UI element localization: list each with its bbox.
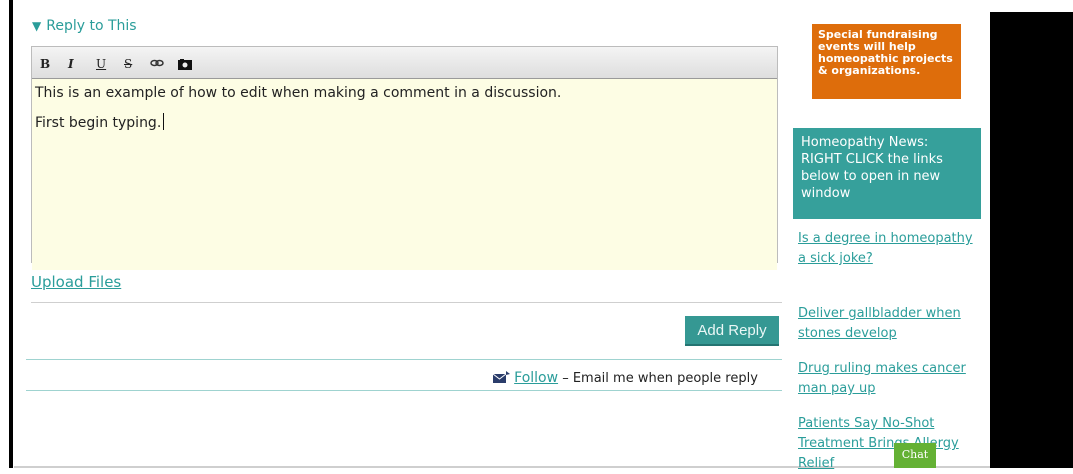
text-caret — [163, 113, 165, 130]
follow-link[interactable]: Follow — [514, 370, 558, 386]
page-left-border — [9, 0, 13, 468]
reply-toggle[interactable]: ▼ Reply to This — [32, 16, 137, 36]
news-heading-box: Homeopathy News: RIGHT CLICK the links b… — [793, 128, 981, 219]
divider — [26, 359, 782, 360]
italic-button[interactable]: I — [68, 55, 74, 73]
news-link[interactable]: Patients Say No-Shot Treatment Brings Al… — [798, 414, 978, 474]
chat-button[interactable]: Chat — [894, 443, 936, 468]
add-reply-button[interactable]: Add Reply — [685, 316, 779, 346]
news-link[interactable]: Is a degree in homeopathy a sick joke? — [798, 229, 978, 269]
camera-icon-svg — [178, 59, 192, 70]
follow-row: Follow – Email me when people reply — [492, 369, 758, 388]
envelope-icon-svg — [492, 371, 510, 383]
editor-line-with-caret: First begin typing. — [35, 113, 774, 133]
editor-text-area[interactable]: This is an example of how to edit when m… — [32, 79, 777, 270]
link-icon[interactable] — [150, 55, 164, 73]
triangle-down-icon: ▼ — [32, 19, 42, 33]
news-link[interactable]: Deliver gallbladder when stones develop — [798, 304, 978, 344]
divider — [31, 302, 782, 303]
link-icon-svg — [150, 59, 164, 67]
reply-title-label: Reply to This — [46, 18, 137, 34]
editor-toolbar: B I U S — [32, 47, 777, 79]
follow-description: – Email me when people reply — [562, 371, 758, 386]
envelope-icon — [492, 371, 514, 386]
comment-editor: B I U S This is an example of how to edi… — [31, 46, 778, 270]
divider — [26, 390, 782, 391]
underline-button[interactable]: U — [96, 55, 106, 73]
camera-icon[interactable] — [178, 57, 192, 75]
editor-line: First begin typing. — [35, 115, 162, 131]
bold-button[interactable]: B — [40, 55, 50, 73]
news-link[interactable]: Drug ruling makes cancer man pay up — [798, 359, 978, 399]
editor-line: This is an example of how to edit when m… — [35, 85, 562, 101]
strikethrough-button[interactable]: S — [124, 55, 132, 73]
fundraising-promo-banner[interactable]: Special fundraising events will help hom… — [812, 24, 961, 99]
upload-files-link[interactable]: Upload Files — [31, 273, 121, 291]
page-right-border — [990, 12, 1073, 468]
